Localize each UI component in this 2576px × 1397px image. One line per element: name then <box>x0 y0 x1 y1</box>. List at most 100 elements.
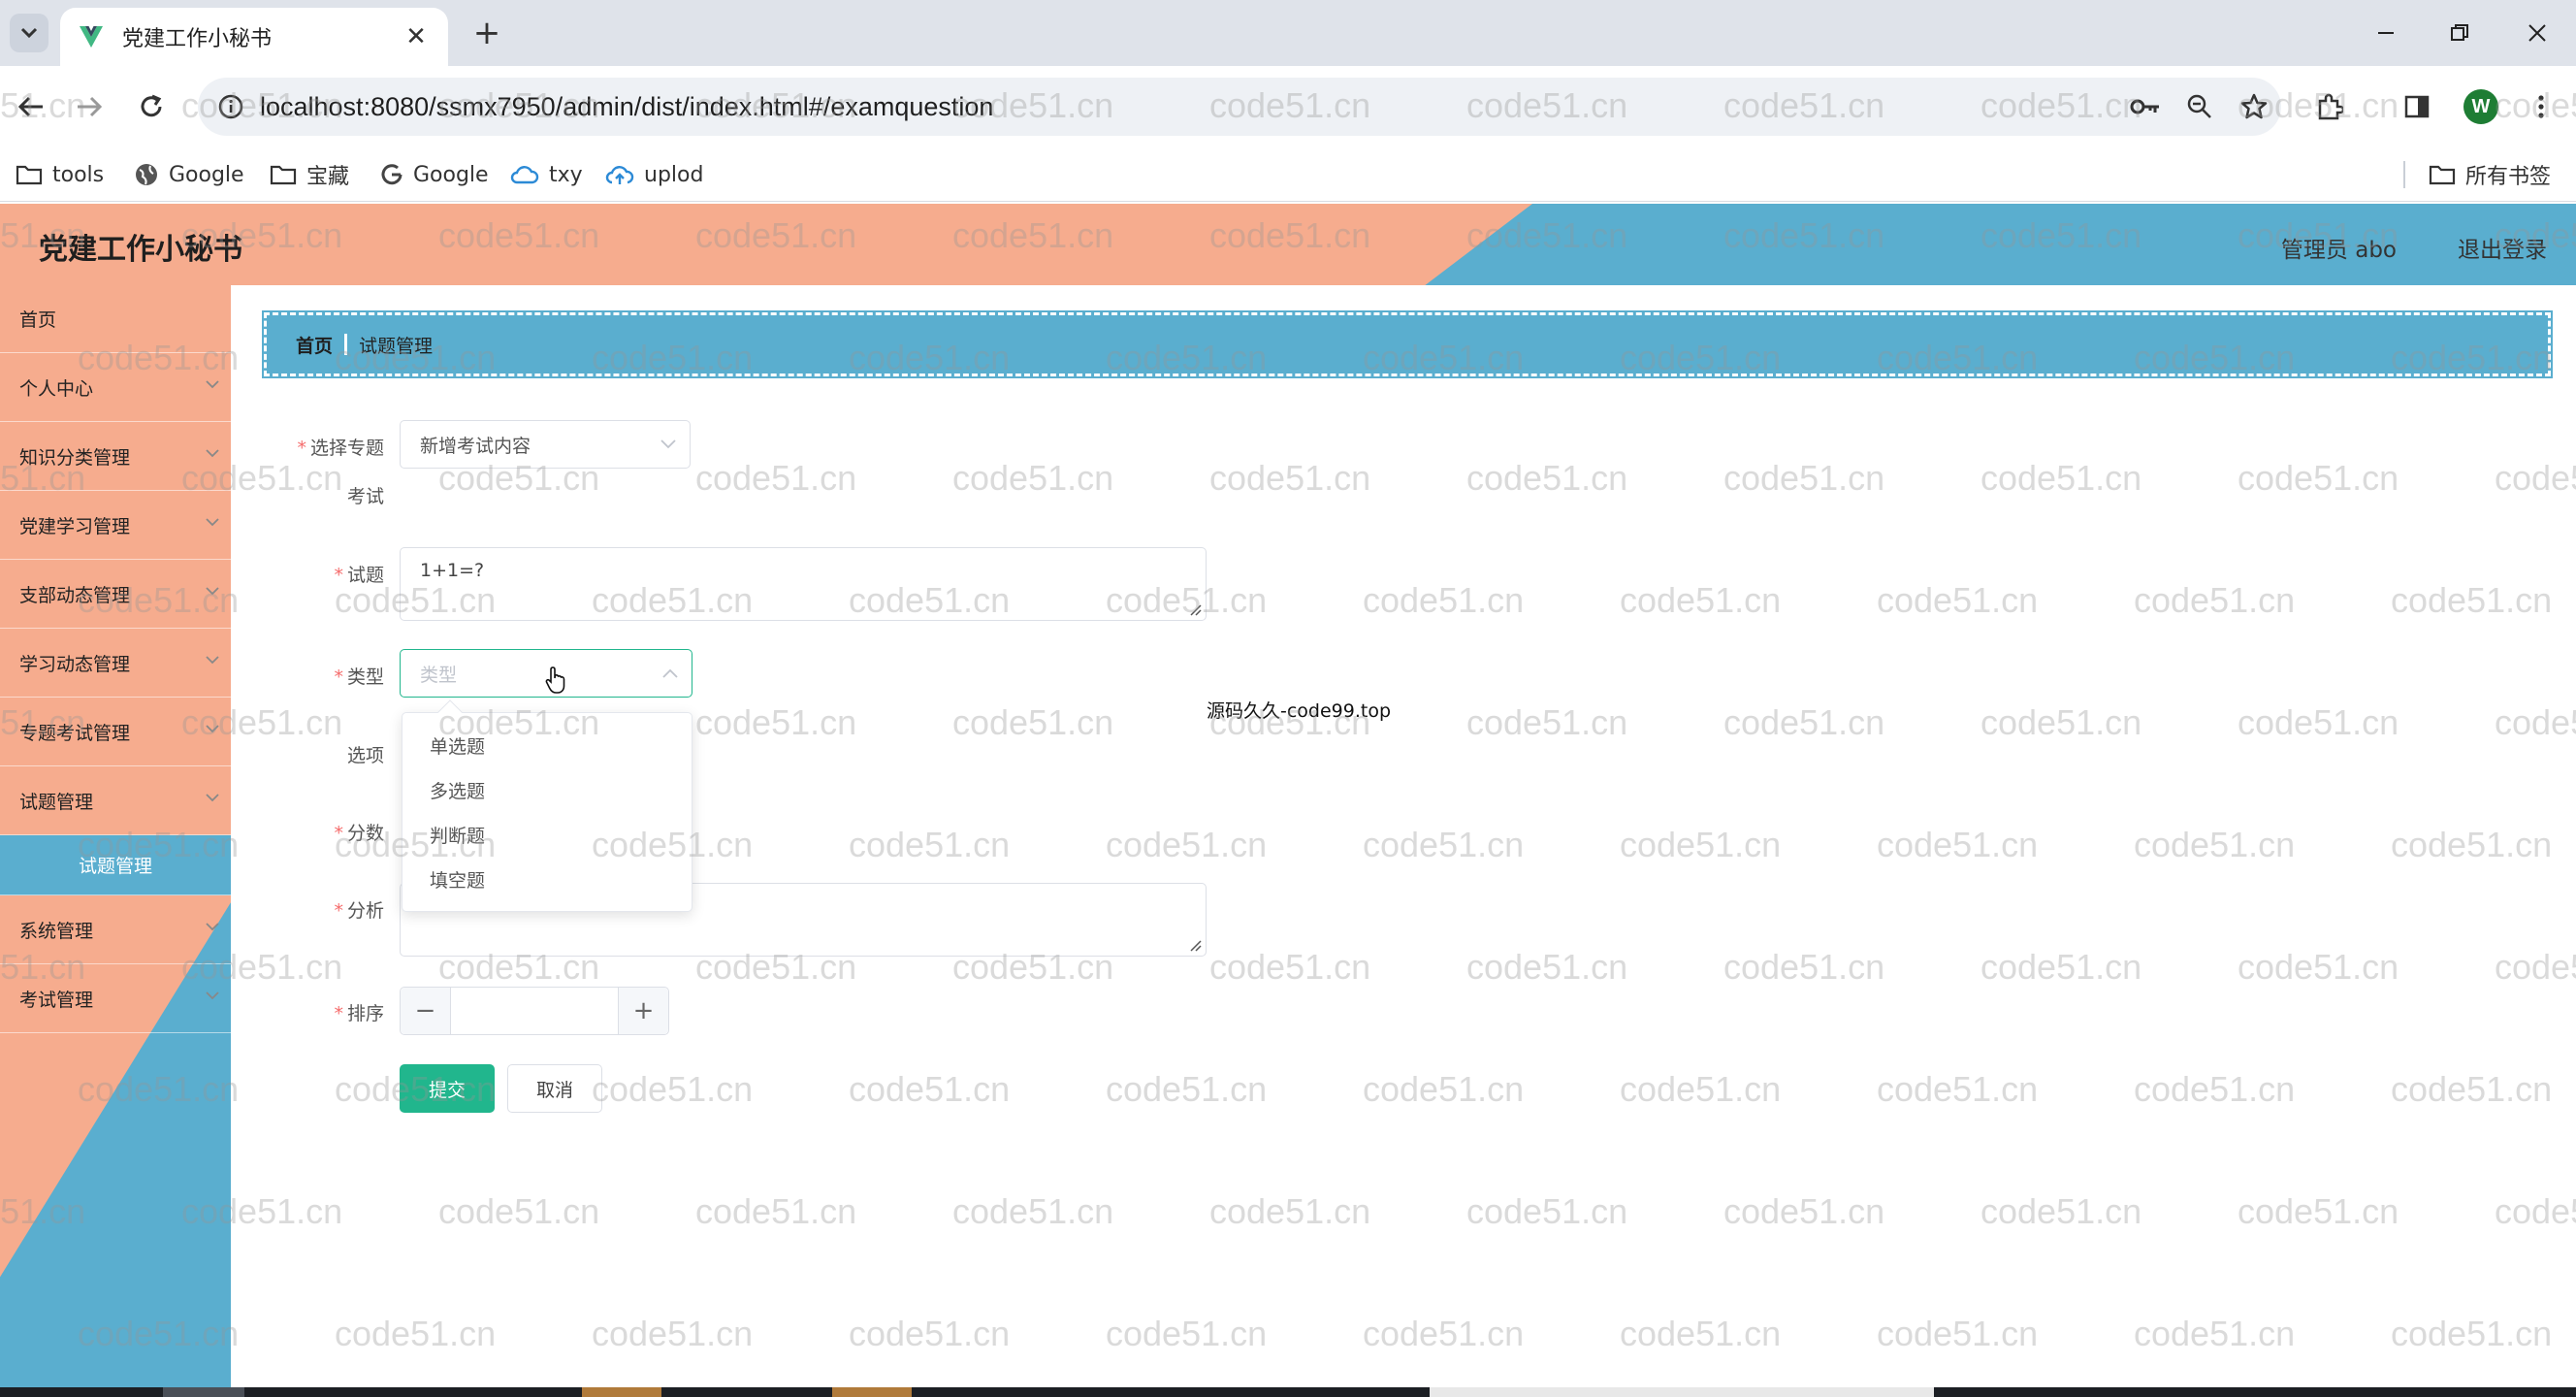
watermark-text: code51.cn <box>1363 1314 1525 1353</box>
watermark-text: code51.cn <box>1620 580 1782 620</box>
sidebar-item-party-study[interactable]: 党建学习管理 <box>0 491 231 560</box>
folder-icon <box>2429 165 2456 185</box>
type-label: * 类型 <box>334 666 384 688</box>
all-bookmarks[interactable]: 所有书签 <box>2429 157 2551 192</box>
watermark-text: code51.cn <box>2495 1191 2576 1231</box>
extensions-button[interactable] <box>2308 85 2351 128</box>
submit-button[interactable]: 提交 <box>400 1064 495 1113</box>
bookmark-star-icon[interactable] <box>2227 93 2281 120</box>
watermark-text: code51.cn <box>1723 947 1885 987</box>
sidebar-item-exam[interactable]: 考试管理 <box>0 964 231 1033</box>
watermark-text: code51.cn <box>1209 1191 1371 1231</box>
reload-button[interactable] <box>130 85 173 128</box>
minimize-button[interactable] <box>2365 12 2407 54</box>
sidebar-subitem-question-management[interactable]: 试题管理 <box>0 835 231 895</box>
watermark-text: code51.cn <box>2391 580 2553 620</box>
address-bar[interactable]: localhost:8080/ssmx7950/admin/dist/index… <box>198 78 2281 136</box>
stepper-minus-button[interactable]: − <box>401 988 451 1034</box>
bookmark-txy[interactable]: txy <box>510 157 583 192</box>
tab-title: 党建工作小秘书 <box>122 27 273 51</box>
watermark-text: code51.cn <box>1106 1069 1268 1109</box>
bookmark-uplod[interactable]: uplod <box>605 157 703 192</box>
logout-button[interactable]: 退出登录 <box>2458 231 2547 264</box>
sidebar-item-home[interactable]: 首页 <box>0 285 231 353</box>
chevron-down-icon <box>206 923 219 931</box>
type-option-single[interactable]: 单选题 <box>402 723 692 767</box>
new-tab-button[interactable]: + <box>467 14 506 52</box>
type-option-multiple[interactable]: 多选题 <box>402 767 692 812</box>
watermark-text: code51.cn <box>2495 458 2576 498</box>
watermark-text: code51.cn <box>849 825 1011 864</box>
close-window-button[interactable] <box>2516 12 2559 54</box>
vue-logo-icon <box>80 26 103 48</box>
watermark-text: code51.cn <box>2134 1314 2296 1353</box>
zoom-icon[interactable] <box>2173 94 2227 119</box>
restore-icon <box>2451 24 2468 41</box>
cancel-button[interactable]: 取消 <box>507 1064 602 1113</box>
app-title: 党建工作小秘书 <box>39 233 242 267</box>
watermark-text: code51.cn <box>2391 1314 2553 1353</box>
side-panel-button[interactable] <box>2396 85 2438 128</box>
url-text[interactable]: localhost:8080/ssmx7950/admin/dist/index… <box>260 92 993 122</box>
bookmark-google-1[interactable]: Google <box>134 157 244 192</box>
sidebar-item-study-news[interactable]: 学习动态管理 <box>0 629 231 698</box>
watermark-text: code51.cn <box>1620 1314 1782 1353</box>
breadcrumb-separator <box>344 334 348 355</box>
tab-search-button[interactable] <box>10 14 48 52</box>
breadcrumb-current: 试题管理 <box>359 335 434 357</box>
watermark-text: code51.cn <box>592 1314 754 1353</box>
resize-grip-icon <box>1190 604 1202 616</box>
watermark-text: code51.cn <box>1877 1314 2039 1353</box>
watermark-text: code51.cn <box>1106 825 1268 864</box>
close-tab-icon[interactable]: ✕ <box>402 22 431 51</box>
restore-button[interactable] <box>2438 12 2481 54</box>
watermark-text: code51.cn <box>2134 825 2296 864</box>
watermark-text: code51.cn <box>2495 947 2576 987</box>
watermark-text: code51.cn <box>2391 1069 2553 1109</box>
close-icon <box>2528 24 2546 42</box>
watermark-text: code51.cn <box>1980 702 2142 742</box>
sort-label: * 排序 <box>334 1003 384 1024</box>
browser-tab-active[interactable]: 党建工作小秘书 ✕ <box>60 8 448 66</box>
watermark-text: code51.cn <box>1723 702 1885 742</box>
bookmark-google-2[interactable]: Google <box>380 157 489 192</box>
bookmark-tools[interactable]: tools <box>16 157 104 192</box>
watermark-text: code51.cn <box>2238 458 2399 498</box>
app-header: 党建工作小秘书 管理员 abo 退出登录 <box>0 204 2576 285</box>
watermark-text: code51.cn <box>1209 458 1371 498</box>
profile-button[interactable]: W <box>2460 85 2502 128</box>
back-button[interactable] <box>10 85 52 128</box>
breadcrumb-home[interactable]: 首页 <box>296 332 333 358</box>
stepper-plus-button[interactable]: + <box>618 988 668 1034</box>
watermark-text: code51.cn <box>849 1314 1011 1353</box>
sidebar-item-knowledge-category[interactable]: 知识分类管理 <box>0 422 231 491</box>
type-option-judge[interactable]: 判断题 <box>402 812 692 857</box>
sidebar-item-question-management[interactable]: 试题管理 <box>0 766 231 835</box>
password-key-icon[interactable] <box>2118 96 2173 117</box>
watermark-text: code51.cn <box>1466 1191 1628 1231</box>
chevron-down-icon <box>206 587 219 596</box>
sidebar-item-system[interactable]: 系统管理 <box>0 895 231 964</box>
watermark-text: code51.cn <box>2134 580 2296 620</box>
type-dropdown: 单选题 多选题 判断题 填空题 <box>402 699 692 912</box>
watermark-text: code51.cn <box>1106 1314 1268 1353</box>
exam-select[interactable]: 新增考试内容 <box>400 420 691 469</box>
watermark-text: code51.cn <box>335 1314 497 1353</box>
sidebar-item-branch-news[interactable]: 支部动态管理 <box>0 560 231 629</box>
sidebar-item-topic-exam[interactable]: 专题考试管理 <box>0 698 231 766</box>
chevron-down-icon <box>206 518 219 527</box>
watermark-text: code51.cn <box>438 1191 600 1231</box>
watermark-text: code51.cn <box>1466 458 1628 498</box>
forward-button[interactable] <box>68 85 111 128</box>
sidebar-item-personal-center[interactable]: 个人中心 <box>0 353 231 422</box>
watermark-text: code51.cn <box>1620 825 1782 864</box>
sort-input[interactable] <box>451 988 618 1034</box>
overlay-note: 源码久久-code99.top <box>1207 700 1392 722</box>
question-textarea[interactable]: 1+1=? <box>400 547 1207 621</box>
bookmark-treasure[interactable]: 宝藏 <box>270 157 349 192</box>
type-option-fill[interactable]: 填空题 <box>402 857 692 901</box>
resize-grip-icon <box>1190 940 1202 952</box>
exam-select-value: 新增考试内容 <box>420 435 531 457</box>
browser-menu-button[interactable] <box>2520 85 2562 128</box>
site-info-icon[interactable] <box>202 94 260 119</box>
